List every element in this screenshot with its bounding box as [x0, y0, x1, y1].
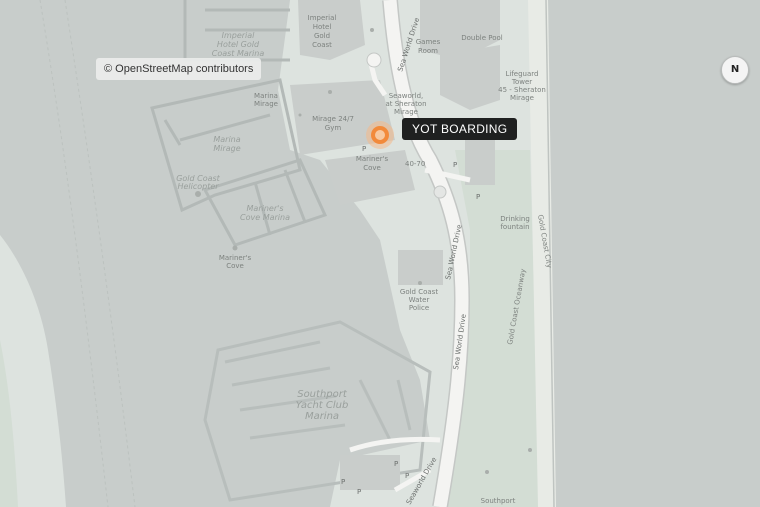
label-marina-mirage-stop: Marina Mirage: [254, 92, 278, 108]
svg-text:Imperial: Imperial: [222, 31, 256, 40]
label-marina-mirage: Marina Mirage: [213, 135, 240, 153]
svg-text:Mariner's: Mariner's: [219, 254, 252, 262]
svg-text:Gym: Gym: [325, 124, 342, 132]
label-mariners-cove-marina: Mariner's Cove Marina: [240, 204, 290, 222]
marker-tooltip: YOT BOARDING: [402, 118, 518, 140]
label-drinking-fountain: Drinking fountain: [500, 215, 530, 231]
svg-text:Room: Room: [418, 47, 438, 55]
svg-text:Mirage 24/7: Mirage 24/7: [312, 115, 354, 123]
svg-text:Games: Games: [416, 38, 441, 46]
svg-text:Mirage: Mirage: [510, 94, 534, 102]
parking-icon: P: [476, 193, 480, 201]
svg-text:Mirage: Mirage: [213, 144, 240, 153]
svg-text:Police: Police: [409, 304, 429, 312]
svg-text:Tower: Tower: [511, 78, 532, 86]
svg-text:Helicopter: Helicopter: [177, 182, 219, 191]
svg-text:Hotel Gold: Hotel Gold: [217, 40, 260, 49]
svg-text:Cove: Cove: [226, 262, 244, 270]
svg-text:Cove Marina: Cove Marina: [240, 213, 290, 222]
parking-icon: P: [405, 472, 409, 480]
parking-icon: P: [341, 478, 345, 486]
svg-text:Cove: Cove: [363, 164, 381, 172]
svg-text:Water: Water: [409, 296, 430, 304]
svg-text:Seaworld,: Seaworld,: [389, 92, 424, 100]
svg-text:Coast Marina: Coast Marina: [212, 49, 265, 58]
svg-text:Marina: Marina: [305, 411, 339, 422]
svg-text:Southport: Southport: [297, 389, 348, 400]
svg-text:Marina: Marina: [213, 135, 240, 144]
svg-text:45 - Sheraton: 45 - Sheraton: [498, 86, 546, 94]
location-pin-icon[interactable]: [366, 121, 394, 149]
svg-text:Mirage: Mirage: [254, 100, 278, 108]
svg-text:at Sheraton: at Sheraton: [385, 100, 426, 108]
label-games-room: Games Room: [416, 38, 441, 55]
svg-text:Imperial: Imperial: [308, 14, 337, 22]
svg-text:Gold Coast: Gold Coast: [400, 288, 438, 296]
roundabout: [433, 185, 447, 199]
parking-icon: P: [357, 488, 361, 496]
road-code-label: 40-70: [405, 160, 425, 168]
svg-text:Coast: Coast: [312, 41, 332, 49]
svg-text:Mariner's: Mariner's: [247, 204, 284, 213]
label-double-pool: Double Pool: [461, 34, 503, 42]
map-attribution[interactable]: © OpenStreetMap contributors: [96, 58, 262, 80]
svg-text:Yacht Club: Yacht Club: [296, 400, 349, 411]
parking-icon: P: [394, 460, 398, 468]
svg-text:Mirage: Mirage: [394, 108, 418, 116]
svg-text:Lifeguard: Lifeguard: [506, 70, 539, 78]
svg-text:Marina: Marina: [254, 92, 278, 100]
roundabout: [366, 52, 382, 68]
label-gold-coast-helicopter: Gold Coast Helicopter: [176, 174, 220, 191]
parking-icon: P: [362, 145, 366, 153]
parking-icon: P: [453, 161, 457, 169]
svg-text:fountain: fountain: [500, 223, 529, 231]
label-southport: Southport: [481, 497, 516, 505]
svg-text:Hotel: Hotel: [313, 23, 332, 31]
svg-text:Gold: Gold: [314, 32, 330, 40]
svg-text:Drinking: Drinking: [500, 215, 530, 223]
compass-icon[interactable]: N: [721, 56, 749, 84]
svg-text:Mariner's: Mariner's: [356, 155, 389, 163]
